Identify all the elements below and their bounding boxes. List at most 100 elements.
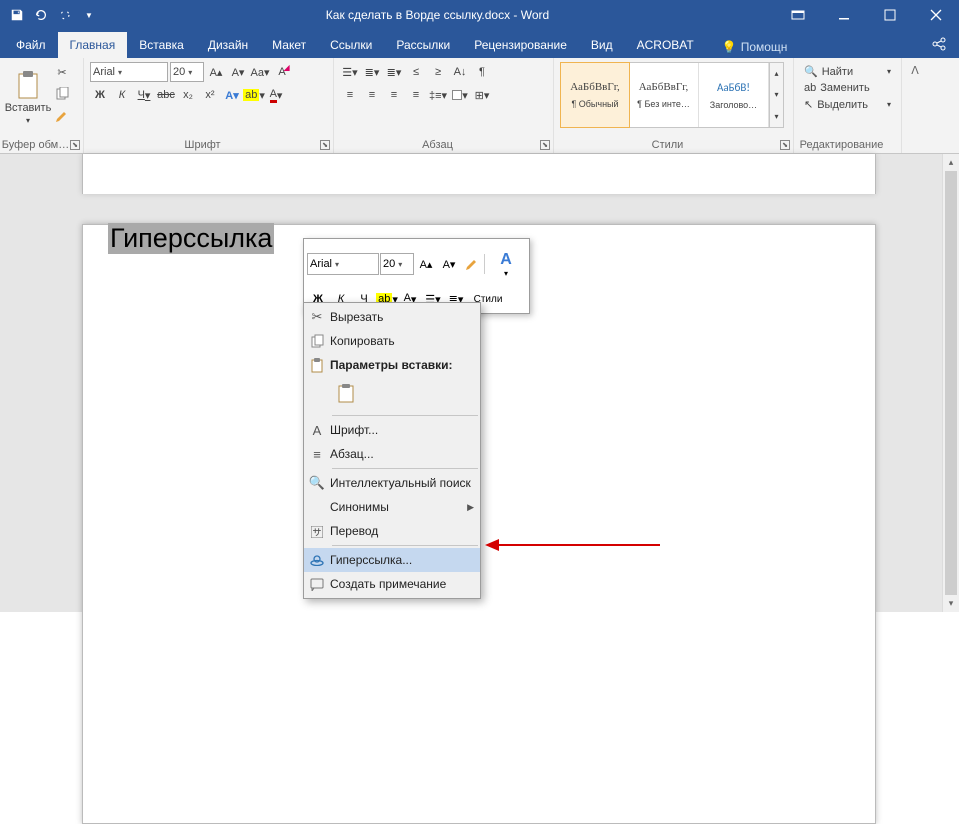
styles-expand[interactable]: ▾ (770, 106, 783, 127)
tell-me-input[interactable]: 💡Помощн (714, 36, 796, 58)
bulb-icon: 💡 (722, 40, 737, 54)
ctx-hyperlink[interactable]: Гиперссылка... (304, 548, 480, 572)
font-name-selector[interactable]: Arial▾ (90, 62, 168, 82)
close-button[interactable] (913, 0, 959, 30)
vertical-scrollbar[interactable]: ▴ ▾ (942, 154, 959, 612)
ctx-translate[interactable]: 🈂Перевод (304, 519, 480, 543)
decrease-indent-button[interactable]: ≤ (406, 62, 426, 82)
select-button[interactable]: ↖Выделить▾ (800, 97, 895, 112)
annotation-arrow (485, 536, 665, 554)
cut-button[interactable]: ✂ (52, 62, 72, 82)
borders-button[interactable]: ⊞▾ (472, 85, 492, 105)
change-case-button[interactable]: Aa▾ (250, 62, 270, 82)
styles-scroll-down[interactable]: ▾ (770, 84, 783, 105)
clear-formatting-button[interactable]: A◢ (272, 62, 292, 82)
ctx-smart-lookup[interactable]: 🔍Интеллектуальный поиск (304, 471, 480, 495)
undo-button[interactable] (30, 4, 52, 26)
tab-mailings[interactable]: Рассылки (384, 32, 462, 58)
tab-insert[interactable]: Вставка (127, 32, 196, 58)
search-icon: 🔍 (804, 65, 818, 78)
tab-acrobat[interactable]: ACROBAT (625, 32, 706, 58)
style-nospacing[interactable]: АаБбВвГг,¶ Без инте… (629, 63, 699, 127)
save-button[interactable] (6, 4, 28, 26)
page-previous (82, 154, 876, 194)
mini-font-name[interactable]: Arial▾ (307, 253, 379, 275)
underline-button[interactable]: Ч▾ (134, 85, 154, 105)
line-spacing-button[interactable]: ‡≡▾ (428, 85, 448, 105)
copy-icon (304, 334, 330, 348)
search-icon: 🔍 (304, 475, 330, 491)
replace-icon: ab (804, 82, 816, 94)
ctx-cut[interactable]: ✂Вырезать (304, 305, 480, 329)
collapse-ribbon-button[interactable]: ᐱ (902, 58, 928, 153)
scroll-down-button[interactable]: ▾ (943, 595, 959, 612)
mini-shrink-font[interactable]: A▾ (438, 253, 460, 275)
sort-button[interactable]: A↓ (450, 62, 470, 82)
mini-styles-button[interactable]: A ▾ (486, 242, 526, 286)
mini-format-painter[interactable] (461, 253, 483, 275)
ctx-paste-options-header: Параметры вставки: (304, 353, 480, 377)
tab-home[interactable]: Главная (58, 32, 128, 58)
find-button[interactable]: 🔍Найти▾ (800, 64, 895, 79)
shading-button[interactable]: ▾ (450, 85, 470, 105)
increase-indent-button[interactable]: ≥ (428, 62, 448, 82)
qat-customize-button[interactable]: ▼ (78, 4, 100, 26)
paragraph-dialog-launcher[interactable]: ⬊ (540, 140, 550, 150)
font-color-button[interactable]: A▾ (266, 85, 286, 105)
shrink-font-button[interactable]: A▾ (228, 62, 248, 82)
tab-design[interactable]: Дизайн (196, 32, 260, 58)
tab-view[interactable]: Вид (579, 32, 625, 58)
tab-references[interactable]: Ссылки (318, 32, 384, 58)
maximize-button[interactable] (867, 0, 913, 30)
tab-review[interactable]: Рецензирование (462, 32, 579, 58)
strikethrough-button[interactable]: abc (156, 85, 176, 105)
copy-button[interactable] (52, 84, 72, 104)
justify-button[interactable]: ≡ (406, 85, 426, 105)
multilevel-list-button[interactable]: ≣▾ (384, 62, 404, 82)
paste-keep-source[interactable] (332, 379, 360, 407)
tab-file[interactable]: Файл (4, 32, 58, 58)
superscript-button[interactable]: x² (200, 85, 220, 105)
style-normal[interactable]: АаБбВвГг,¶ Обычный (560, 62, 630, 128)
font-size-selector[interactable]: 20▾ (170, 62, 204, 82)
scroll-thumb[interactable] (945, 171, 957, 595)
align-center-button[interactable]: ≡ (362, 85, 382, 105)
align-left-button[interactable]: ≡ (340, 85, 360, 105)
mini-grow-font[interactable]: A▴ (415, 253, 437, 275)
show-marks-button[interactable]: ¶ (472, 62, 492, 82)
tab-layout[interactable]: Макет (260, 32, 318, 58)
group-label-font: Шрифт (84, 137, 321, 151)
styles-gallery[interactable]: АаБбВвГг,¶ Обычный АаБбВвГг,¶ Без инте… … (560, 62, 770, 128)
share-button[interactable] (919, 30, 959, 58)
format-painter-button[interactable] (52, 106, 72, 126)
align-right-button[interactable]: ≡ (384, 85, 404, 105)
translate-icon: 🈂 (304, 522, 330, 541)
style-heading1[interactable]: АаБбВ!Заголово… (699, 63, 769, 127)
ctx-font[interactable]: AШрифт... (304, 418, 480, 442)
highlight-button[interactable]: ab▾ (244, 85, 264, 105)
styles-dialog-launcher[interactable]: ⬊ (780, 140, 790, 150)
replace-button[interactable]: abЗаменить (800, 81, 895, 95)
subscript-button[interactable]: x₂ (178, 85, 198, 105)
scroll-up-button[interactable]: ▴ (943, 154, 959, 171)
mini-font-size[interactable]: 20▾ (380, 253, 414, 275)
minimize-button[interactable] (821, 0, 867, 30)
ribbon-options-button[interactable] (775, 0, 821, 30)
ctx-copy[interactable]: Копировать (304, 329, 480, 353)
clipboard-dialog-launcher[interactable]: ⬊ (70, 140, 80, 150)
redo-button[interactable] (54, 4, 76, 26)
selected-text[interactable]: Гиперссылка (108, 223, 274, 254)
ctx-paragraph[interactable]: ≡Абзац... (304, 442, 480, 466)
font-dialog-launcher[interactable]: ⬊ (320, 140, 330, 150)
paste-button[interactable]: Вставить ▾ (6, 62, 50, 132)
styles-scroll-up[interactable]: ▴ (770, 63, 783, 84)
italic-button[interactable]: К (112, 85, 132, 105)
text-effects-button[interactable]: A▾ (222, 85, 242, 105)
ctx-new-comment[interactable]: Создать примечание (304, 572, 480, 596)
bullets-button[interactable]: ☰▾ (340, 62, 360, 82)
ctx-synonyms[interactable]: Синонимы▶ (304, 495, 480, 519)
bold-button[interactable]: Ж (90, 85, 110, 105)
numbering-button[interactable]: ≣▾ (362, 62, 382, 82)
grow-font-button[interactable]: A▴ (206, 62, 226, 82)
context-menu: ✂Вырезать Копировать Параметры вставки: … (303, 302, 481, 599)
